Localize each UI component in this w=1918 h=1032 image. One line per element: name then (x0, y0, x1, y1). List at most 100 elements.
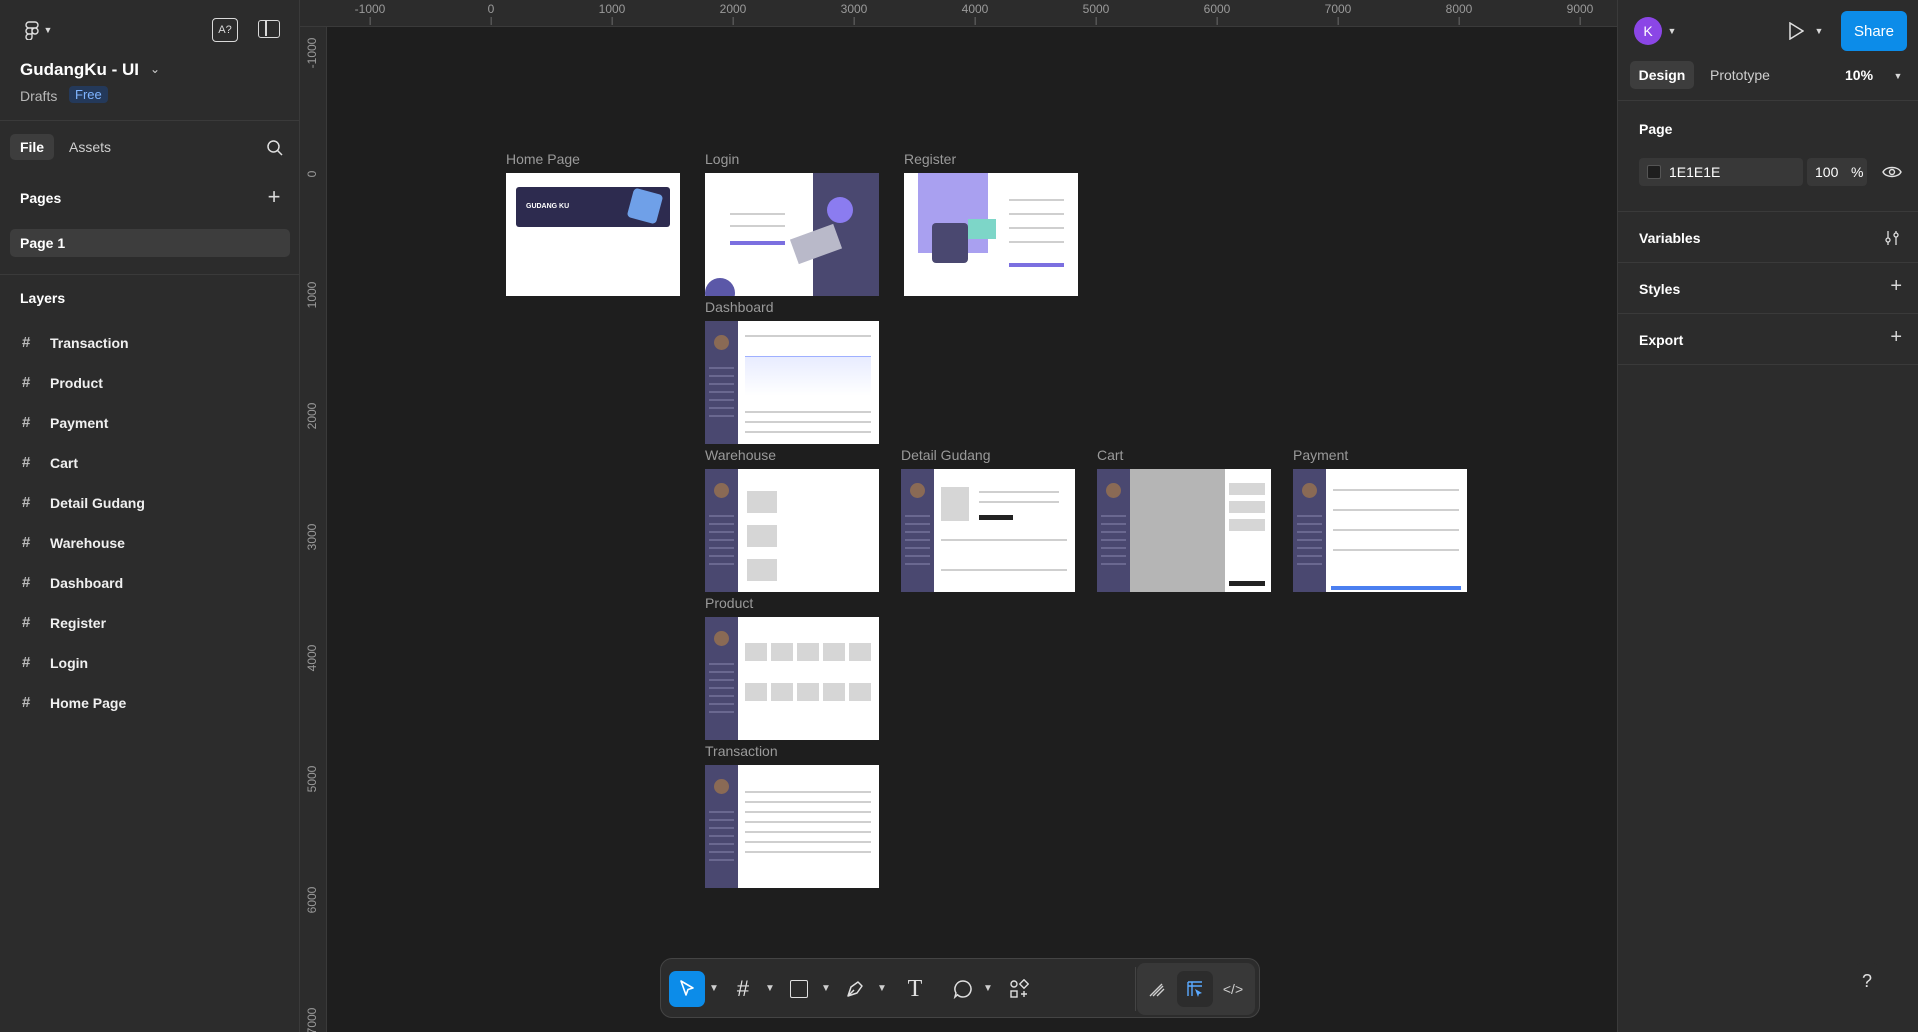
rectangle-tool[interactable] (781, 971, 817, 1007)
actions-tool-icon[interactable] (1001, 971, 1037, 1007)
tab-design[interactable]: Design (1630, 61, 1694, 89)
layer-label: Detail Gudang (50, 495, 145, 511)
chevron-down-icon[interactable]: ▼ (1892, 68, 1904, 84)
present-icon[interactable] (1784, 18, 1808, 44)
dev-mode-icon[interactable]: </> (1215, 971, 1251, 1007)
color-swatch[interactable] (1647, 165, 1661, 179)
move-tool[interactable] (669, 971, 705, 1007)
chevron-down-icon[interactable]: ⌄ (150, 62, 160, 76)
product-tile (823, 643, 845, 661)
frame-transaction[interactable] (705, 765, 879, 888)
frame-label-home-page[interactable]: Home Page (506, 151, 580, 167)
product-tile (745, 683, 767, 701)
figma-menu-icon[interactable]: ▼ (20, 18, 54, 42)
frame-dashboard[interactable] (705, 321, 879, 444)
variables-settings-icon[interactable] (1882, 228, 1902, 248)
help-button[interactable]: ? (1848, 962, 1886, 1000)
zoom-level[interactable]: 10% (1845, 67, 1873, 83)
ruler-tick: 2000 (719, 2, 747, 25)
frame-label-login[interactable]: Login (705, 151, 739, 167)
file-location[interactable]: Drafts (20, 88, 57, 104)
layer-item[interactable]: # Dashboard (22, 572, 282, 594)
frame-label-register[interactable]: Register (904, 151, 956, 167)
layer-item[interactable]: # Transaction (22, 332, 282, 354)
layer-label: Home Page (50, 695, 127, 711)
add-style-icon[interactable]: + (1890, 275, 1902, 298)
frame-label-dashboard[interactable]: Dashboard (705, 299, 774, 315)
frame-product[interactable] (705, 617, 879, 740)
frame-label-detail-gudang[interactable]: Detail Gudang (901, 447, 991, 463)
pen-tool[interactable] (837, 971, 873, 1007)
layer-item[interactable]: # Product (22, 372, 282, 394)
frame-register[interactable] (904, 173, 1078, 296)
frame-sidebar (705, 469, 738, 592)
chevron-down-icon[interactable]: ▼ (709, 983, 719, 994)
tab-prototype[interactable]: Prototype (1710, 67, 1770, 83)
frame-cart[interactable] (1097, 469, 1271, 592)
layer-item[interactable]: # Payment (22, 412, 282, 434)
frame-home-page[interactable]: GUDANG KU (506, 173, 680, 296)
product-tile (771, 643, 793, 661)
frame-tool[interactable]: # (725, 971, 761, 1007)
form-line (1009, 199, 1064, 201)
frame-label-warehouse[interactable]: Warehouse (705, 447, 776, 463)
page-opacity-field[interactable]: 100 % (1807, 158, 1867, 186)
login-button (730, 241, 785, 245)
checkout-button (1229, 581, 1265, 586)
form-line (1333, 509, 1459, 511)
frame-warehouse[interactable] (705, 469, 879, 592)
layer-item[interactable]: # Home Page (22, 692, 282, 714)
chevron-down-icon[interactable]: ▼ (877, 983, 887, 994)
file-title[interactable]: GudangKu - UI (20, 60, 139, 80)
avatar[interactable]: K (1634, 17, 1662, 45)
export-heading: Export (1639, 332, 1684, 348)
frame-label-cart[interactable]: Cart (1097, 447, 1123, 463)
chevron-down-icon[interactable]: ▼ (821, 983, 831, 994)
variables-heading[interactable]: Variables (1639, 230, 1701, 246)
frame-label-payment[interactable]: Payment (1293, 447, 1348, 463)
design-mode-icon[interactable] (1177, 971, 1213, 1007)
layer-item[interactable]: # Register (22, 612, 282, 634)
cart-item (1229, 519, 1265, 531)
comment-tool[interactable] (945, 971, 981, 1007)
ruler-tick: 9000 (1566, 2, 1594, 25)
search-icon[interactable] (264, 137, 286, 159)
layer-item[interactable]: # Warehouse (22, 532, 282, 554)
home-banner-title: GUDANG KU (526, 203, 570, 210)
frame-label-product[interactable]: Product (705, 595, 753, 611)
text-line (979, 501, 1059, 503)
layer-item[interactable]: # Cart (22, 452, 282, 474)
actions-icon[interactable]: A? (212, 18, 238, 42)
add-page-icon[interactable]: + (264, 184, 284, 209)
text-tool[interactable]: T (897, 971, 933, 1007)
frame-label-transaction[interactable]: Transaction (705, 743, 778, 759)
eye-icon[interactable] (1880, 162, 1904, 182)
layer-item[interactable]: # Detail Gudang (22, 492, 282, 514)
opacity-unit: % (1851, 164, 1864, 180)
warehouse-card-image (747, 525, 777, 547)
chevron-down-icon[interactable]: ▼ (983, 983, 993, 994)
frame-payment[interactable] (1293, 469, 1467, 592)
form-line (730, 225, 785, 227)
add-export-icon[interactable]: + (1890, 326, 1902, 349)
frame-login[interactable] (705, 173, 879, 296)
frame-sidebar (705, 321, 738, 444)
form-line (1333, 549, 1459, 551)
divider (1135, 967, 1136, 1011)
page-item-page-1[interactable]: Page 1 (10, 229, 290, 257)
frame-detail-gudang[interactable] (901, 469, 1075, 592)
chevron-down-icon[interactable]: ▼ (1813, 22, 1825, 40)
toggle-sidebar-icon[interactable] (258, 20, 280, 38)
chevron-down-icon[interactable]: ▼ (765, 983, 775, 994)
ruler-tick: -1000 (354, 2, 386, 25)
layer-item[interactable]: # Login (22, 652, 282, 674)
share-button[interactable]: Share (1841, 11, 1907, 51)
tab-file[interactable]: File (10, 134, 54, 160)
draw-mode-icon[interactable] (1139, 971, 1175, 1007)
tab-assets[interactable]: Assets (69, 139, 111, 155)
design-canvas[interactable]: Home Page GUDANG KU Login Register Dashb… (327, 27, 1617, 1032)
chevron-down-icon[interactable]: ▼ (1666, 22, 1678, 40)
cart-item (1229, 483, 1265, 495)
page-color-field[interactable]: 1E1E1E (1639, 158, 1803, 186)
divider (0, 120, 300, 121)
